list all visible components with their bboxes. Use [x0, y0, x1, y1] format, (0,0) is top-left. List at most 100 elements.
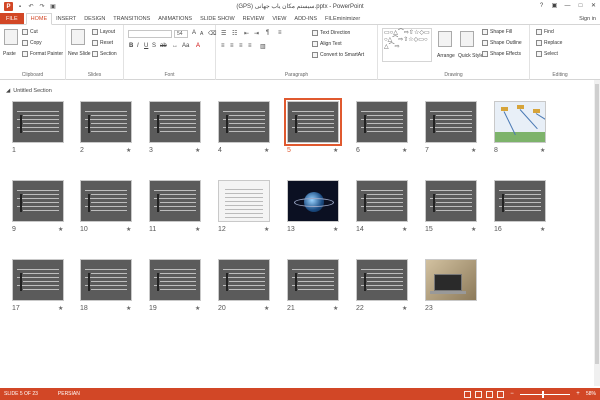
slide-thumbnail[interactable]	[425, 180, 477, 222]
zoom-slider-thumb[interactable]	[541, 390, 544, 398]
slide-thumbnail[interactable]	[80, 259, 132, 301]
transition-star-icon[interactable]: ★	[540, 147, 545, 154]
new-slide-icon[interactable]	[71, 29, 85, 45]
transition-star-icon[interactable]: ★	[540, 226, 545, 233]
slide-thumbnail[interactable]	[149, 101, 201, 143]
tab-add-ins[interactable]: ADD-INS	[290, 13, 321, 24]
zoom-in-icon[interactable]: +	[574, 390, 582, 398]
maximize-icon[interactable]: □	[574, 0, 587, 11]
transition-star-icon[interactable]: ★	[333, 147, 338, 154]
tab-fileminimizer[interactable]: FILEminimizer	[321, 13, 364, 24]
transition-star-icon[interactable]: ★	[264, 305, 269, 312]
slide-thumbnail[interactable]	[425, 101, 477, 143]
vertical-scrollbar[interactable]	[594, 80, 600, 386]
slideshow-view-icon[interactable]	[496, 390, 504, 398]
font-color-icon[interactable]: A	[196, 43, 200, 49]
transition-star-icon[interactable]: ★	[126, 147, 131, 154]
language-indicator[interactable]: PERSIAN	[58, 391, 80, 397]
tab-slide-show[interactable]: SLIDE SHOW	[196, 13, 239, 24]
tab-file[interactable]: FILE	[0, 13, 24, 24]
paste-button[interactable]: Paste	[3, 51, 16, 57]
new-slide-button[interactable]: New Slide	[68, 51, 91, 57]
section-collapse-icon[interactable]: ◢	[6, 88, 10, 94]
transition-star-icon[interactable]: ★	[126, 305, 131, 312]
transition-star-icon[interactable]: ★	[195, 226, 200, 233]
slide-thumbnail[interactable]	[12, 180, 64, 222]
italic-icon[interactable]: I	[137, 43, 139, 49]
slide-thumbnail[interactable]	[287, 259, 339, 301]
transition-star-icon[interactable]: ★	[126, 226, 131, 233]
align-left-icon[interactable]: ≡	[221, 43, 225, 49]
minimize-icon[interactable]: —	[561, 0, 574, 11]
transition-star-icon[interactable]: ★	[471, 147, 476, 154]
font-name-box[interactable]	[128, 30, 172, 38]
tab-animations[interactable]: ANIMATIONS	[154, 13, 196, 24]
transition-star-icon[interactable]: ★	[471, 226, 476, 233]
layout-button[interactable]: Layout	[92, 29, 115, 35]
shape-fill-button[interactable]: Shape Fill	[482, 29, 512, 35]
change-case-icon[interactable]: Aa	[182, 43, 189, 49]
slide-thumbnail[interactable]	[494, 101, 546, 143]
zoom-level[interactable]: 58%	[586, 391, 596, 397]
scrollbar-thumb[interactable]	[595, 84, 599, 364]
slide-thumbnail[interactable]	[287, 180, 339, 222]
slide-thumbnail[interactable]	[149, 259, 201, 301]
arrange-button[interactable]: Arrange	[437, 53, 455, 59]
shape-effects-button[interactable]: Shape Effects	[482, 51, 521, 57]
zoom-slider[interactable]	[519, 390, 570, 398]
slide-thumbnail[interactable]	[218, 101, 270, 143]
section-button[interactable]: Section	[92, 51, 117, 57]
transition-star-icon[interactable]: ★	[58, 305, 63, 312]
slide-thumbnail[interactable]	[356, 101, 408, 143]
select-button[interactable]: Select	[536, 51, 558, 57]
shrink-font-icon[interactable]: A	[200, 31, 203, 37]
transition-star-icon[interactable]: ★	[264, 226, 269, 233]
help-icon[interactable]: ?	[535, 0, 548, 11]
sign-in-link[interactable]: Sign in	[579, 16, 596, 22]
section-header[interactable]: ◢ Untitled Section	[6, 88, 52, 94]
find-button[interactable]: Find	[536, 29, 554, 35]
rtl-icon[interactable]: ¶	[266, 30, 269, 36]
transition-star-icon[interactable]: ★	[333, 226, 338, 233]
ribbon-display-icon[interactable]: ▣	[548, 0, 561, 11]
shape-outline-button[interactable]: Shape Outline	[482, 40, 522, 46]
slide-thumbnail[interactable]	[80, 180, 132, 222]
transition-star-icon[interactable]: ★	[195, 147, 200, 154]
font-size-box[interactable]: 54	[174, 30, 188, 38]
grow-font-icon[interactable]: A	[192, 30, 196, 36]
cut-button[interactable]: Cut	[22, 29, 38, 35]
align-center-icon[interactable]: ≡	[230, 43, 234, 49]
decrease-indent-icon[interactable]: ⇤	[244, 30, 249, 37]
slide-thumbnail[interactable]	[80, 101, 132, 143]
tab-insert[interactable]: INSERT	[52, 13, 80, 24]
justify-icon[interactable]: ≡	[248, 43, 252, 49]
align-text-button[interactable]: Align Text	[312, 41, 342, 47]
slide-thumbnail[interactable]	[218, 180, 270, 222]
transition-star-icon[interactable]: ★	[264, 147, 269, 154]
format-painter-button[interactable]: Format Painter	[22, 51, 63, 57]
bullets-icon[interactable]: ☰	[221, 30, 226, 37]
align-right-icon[interactable]: ≡	[239, 43, 243, 49]
quick-styles-icon[interactable]	[460, 31, 474, 47]
slide-sorter-view-icon[interactable]	[474, 390, 482, 398]
underline-icon[interactable]: U	[144, 43, 148, 49]
slide-thumbnail[interactable]	[494, 180, 546, 222]
paste-icon[interactable]	[4, 29, 18, 45]
transition-star-icon[interactable]: ★	[58, 226, 63, 233]
slide-thumbnail[interactable]	[284, 98, 342, 146]
transition-star-icon[interactable]: ★	[333, 305, 338, 312]
line-spacing-icon[interactable]: ≡	[278, 30, 282, 36]
reading-view-icon[interactable]	[485, 390, 493, 398]
shapes-gallery[interactable]: ▭○△⌒⇨⇧☆◇▭○△⌒⇨⇧☆◇▭○△⌒⇨	[382, 28, 432, 62]
convert-smartart-button[interactable]: Convert to SmartArt	[312, 52, 364, 58]
slide-thumbnail[interactable]	[425, 259, 477, 301]
slide-thumbnail[interactable]	[356, 180, 408, 222]
slide-thumbnail[interactable]	[12, 101, 64, 143]
shadow-icon[interactable]: S	[152, 43, 156, 49]
slide-thumbnail[interactable]	[149, 180, 201, 222]
zoom-out-icon[interactable]: −	[508, 390, 516, 398]
transition-star-icon[interactable]: ★	[195, 305, 200, 312]
slide-thumbnail[interactable]	[12, 259, 64, 301]
replace-button[interactable]: Replace	[536, 40, 562, 46]
tab-home[interactable]: HOME	[25, 13, 53, 25]
